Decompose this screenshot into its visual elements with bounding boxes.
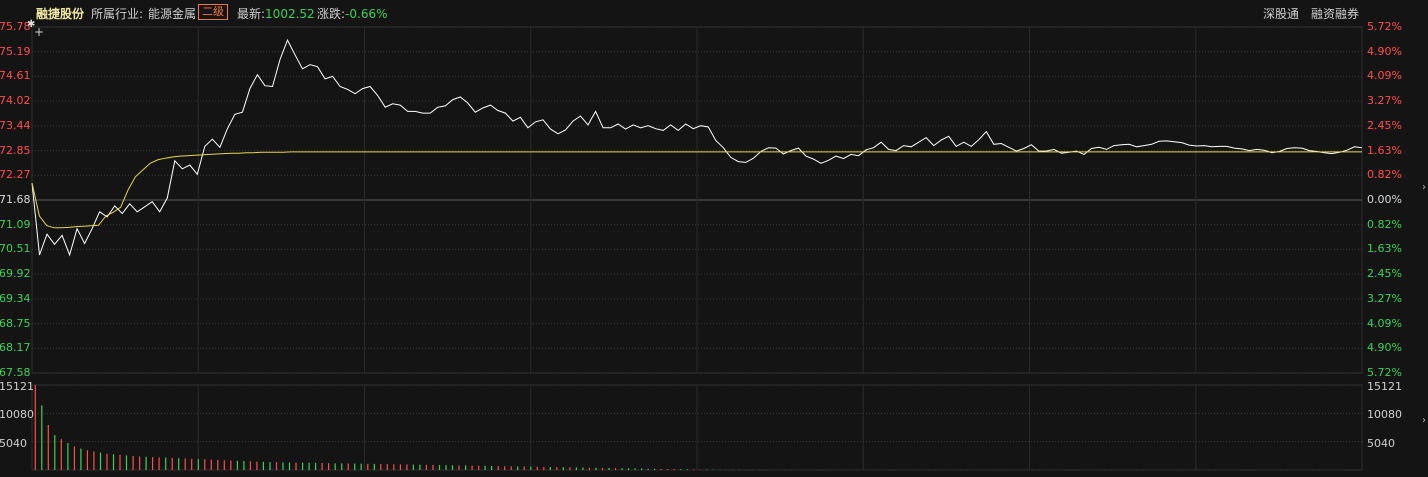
price-axis-label: 74.61 (0, 69, 31, 82)
price-axis-label: 0.00% (1367, 193, 1402, 206)
price-axis-label: 4.90% (1367, 45, 1402, 58)
price-axis-label: 69.34 (0, 292, 31, 305)
volume-axis-label: 15121 (0, 380, 34, 393)
price-axis-label: 2.45% (1367, 267, 1402, 280)
price-axis-label: 1.63% (1367, 242, 1402, 255)
volume-axis-label: 5040 (0, 437, 27, 450)
price-axis-label: 69.92 (0, 267, 31, 280)
volume-axis-label: 5040 (1367, 437, 1395, 450)
price-axis-label: 4.09% (1367, 69, 1402, 82)
crosshair-icon: + (34, 25, 45, 39)
price-axis-label: 72.85 (0, 144, 31, 157)
price-axis-label: 3.27% (1367, 292, 1402, 305)
price-axis-label: 3.27% (1367, 94, 1402, 107)
price-axis-label: 73.44 (0, 119, 31, 132)
price-axis-label: 75.19 (0, 45, 31, 58)
volume-axis-label: 10080 (0, 408, 34, 421)
price-axis-label: 74.02 (0, 94, 31, 107)
scroll-right-icon[interactable]: › (1422, 182, 1428, 194)
price-axis-label: 1.63% (1367, 144, 1402, 157)
intraday-chart[interactable] (0, 0, 1428, 477)
price-axis-label: 75.78 (0, 20, 31, 33)
price-axis-label: 71.09 (0, 218, 31, 231)
price-axis-label: 68.17 (0, 341, 31, 354)
price-axis-label: 4.09% (1367, 317, 1402, 330)
volume-axis-label: 15121 (1367, 380, 1402, 393)
price-axis-label: 4.90% (1367, 341, 1402, 354)
price-axis-label: 0.82% (1367, 218, 1402, 231)
price-axis-label: 2.45% (1367, 119, 1402, 132)
price-axis-label: 67.58 (0, 366, 31, 379)
price-axis-label: 5.72% (1367, 20, 1402, 33)
volume-axis-label: 10080 (1367, 408, 1402, 421)
scroll-right-icon[interactable]: › (1422, 415, 1428, 427)
price-axis-label: 71.68 (0, 193, 31, 206)
price-axis-label: 72.27 (0, 168, 31, 181)
price-axis-label: 70.51 (0, 242, 31, 255)
price-axis-label: 0.82% (1367, 168, 1402, 181)
price-axis-label: 5.72% (1367, 366, 1402, 379)
price-axis-label: 68.75 (0, 317, 31, 330)
